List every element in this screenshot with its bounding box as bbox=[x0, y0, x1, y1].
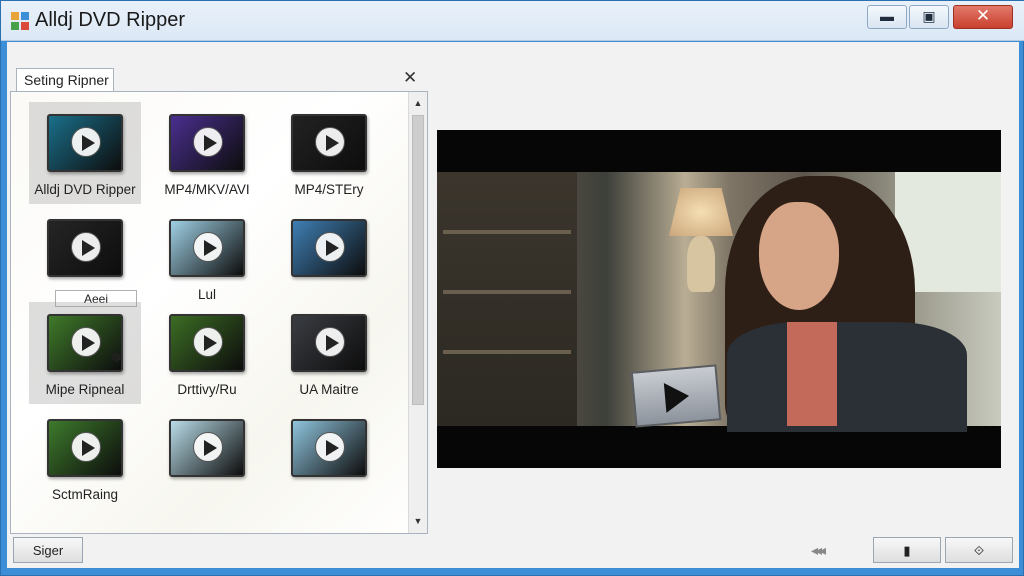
format-item[interactable]: UA Maitre bbox=[273, 302, 385, 404]
panel-scrollbar[interactable]: ▲ ▼ bbox=[408, 92, 427, 533]
video-thumbnail-icon bbox=[169, 314, 245, 372]
format-item[interactable]: Mipe Ripneal ✽ bbox=[29, 302, 141, 404]
lamp-base bbox=[687, 236, 715, 292]
eject-icon: ⟐ bbox=[973, 543, 985, 558]
person-face bbox=[759, 202, 839, 310]
play-icon bbox=[71, 232, 101, 262]
video-thumbnail-icon bbox=[47, 419, 123, 477]
rewind-icon[interactable]: ◂◂◂ bbox=[811, 542, 861, 558]
play-icon bbox=[71, 432, 101, 462]
format-item-label: MP4/MKV/AVI bbox=[164, 182, 250, 197]
format-item[interactable]: Drttivy/Ru bbox=[151, 302, 263, 404]
video-thumbnail-icon bbox=[47, 219, 123, 277]
video-thumbnail-icon bbox=[169, 219, 245, 277]
play-icon bbox=[315, 232, 345, 262]
pause-icon: ▮ bbox=[903, 543, 911, 558]
play-icon bbox=[193, 232, 223, 262]
format-item-label: Lul bbox=[197, 287, 216, 302]
close-icon: ✕ bbox=[975, 6, 991, 25]
format-item[interactable]: Alldj DVD Ripper bbox=[29, 102, 141, 204]
format-item-label: SctmRaing bbox=[51, 487, 119, 502]
video-thumbnail-icon bbox=[47, 114, 123, 172]
window-title: Alldj DVD Ripper bbox=[35, 9, 186, 31]
maximize-icon: ▣ bbox=[922, 8, 936, 24]
video-thumbnail-icon bbox=[291, 314, 367, 372]
format-item-label: MP4/STEry bbox=[294, 182, 364, 197]
lamp-shade bbox=[669, 188, 733, 236]
signer-button[interactable]: Siger bbox=[13, 537, 83, 563]
video-thumbnail-icon bbox=[291, 114, 367, 172]
tab-seting-ripner[interactable]: Seting Ripner bbox=[16, 68, 114, 92]
play-icon bbox=[315, 127, 345, 157]
format-item[interactable]: MP4/MKV/AVI bbox=[151, 102, 263, 204]
video-preview[interactable] bbox=[437, 130, 1001, 468]
scroll-down-icon[interactable]: ▼ bbox=[409, 512, 427, 530]
play-icon bbox=[193, 127, 223, 157]
pause-button[interactable]: ▮ bbox=[873, 537, 941, 563]
app-window: Alldj DVD Ripper ▬ ▣ ✕ Seting Ripner ✕ A… bbox=[0, 0, 1024, 576]
format-item[interactable] bbox=[273, 207, 385, 309]
format-item[interactable] bbox=[151, 407, 263, 509]
play-icon bbox=[315, 327, 345, 357]
minimize-icon: ▬ bbox=[880, 8, 894, 24]
scroll-thumb[interactable] bbox=[412, 115, 424, 405]
person-body bbox=[727, 322, 967, 432]
format-grid: Alldj DVD Ripper MP4/MKV/AVI MP4/STEry Aeei… bbox=[11, 92, 407, 533]
settings-badge-icon: ✽ bbox=[111, 350, 122, 365]
app-logo-icon bbox=[11, 12, 29, 30]
video-thumbnail-icon bbox=[291, 219, 367, 277]
play-icon bbox=[193, 327, 223, 357]
bookshelf bbox=[437, 172, 577, 426]
scroll-up-icon[interactable]: ▲ bbox=[409, 94, 427, 112]
format-item[interactable]: Lul bbox=[151, 207, 263, 309]
play-icon bbox=[71, 127, 101, 157]
play-icon bbox=[315, 432, 345, 462]
video-thumbnail-icon bbox=[169, 114, 245, 172]
format-item[interactable]: MP4/STEry bbox=[273, 102, 385, 204]
format-item-label: Drttivy/Ru bbox=[177, 382, 237, 397]
held-video-thumbnail-icon bbox=[630, 364, 722, 428]
eject-button[interactable]: ⟐ bbox=[945, 537, 1013, 563]
person-shirt bbox=[787, 322, 837, 426]
format-item-label: UA Maitre bbox=[299, 382, 359, 397]
format-item-label: Alldj DVD Ripper bbox=[34, 182, 136, 197]
play-icon bbox=[193, 432, 223, 462]
minimize-button[interactable]: ▬ bbox=[867, 5, 907, 29]
format-item[interactable] bbox=[273, 407, 385, 509]
client-area: Seting Ripner ✕ Alldj DVD Ripper MP4/MKV/… bbox=[7, 42, 1019, 568]
format-item-label: Mipe Ripneal bbox=[45, 382, 125, 397]
video-thumbnail-icon bbox=[291, 419, 367, 477]
play-icon bbox=[71, 327, 101, 357]
close-button[interactable]: ✕ bbox=[953, 5, 1013, 29]
title-bar[interactable]: Alldj DVD Ripper ▬ ▣ ✕ bbox=[1, 1, 1024, 41]
maximize-button[interactable]: ▣ bbox=[909, 5, 949, 29]
format-item[interactable]: Aeei bbox=[29, 207, 141, 309]
panel-close-icon[interactable]: ✕ bbox=[403, 68, 417, 88]
video-frame bbox=[437, 172, 1001, 432]
format-panel: Alldj DVD Ripper MP4/MKV/AVI MP4/STEry Aeei… bbox=[10, 91, 428, 534]
format-item[interactable]: SctmRaing bbox=[29, 407, 141, 509]
video-thumbnail-icon bbox=[169, 419, 245, 477]
